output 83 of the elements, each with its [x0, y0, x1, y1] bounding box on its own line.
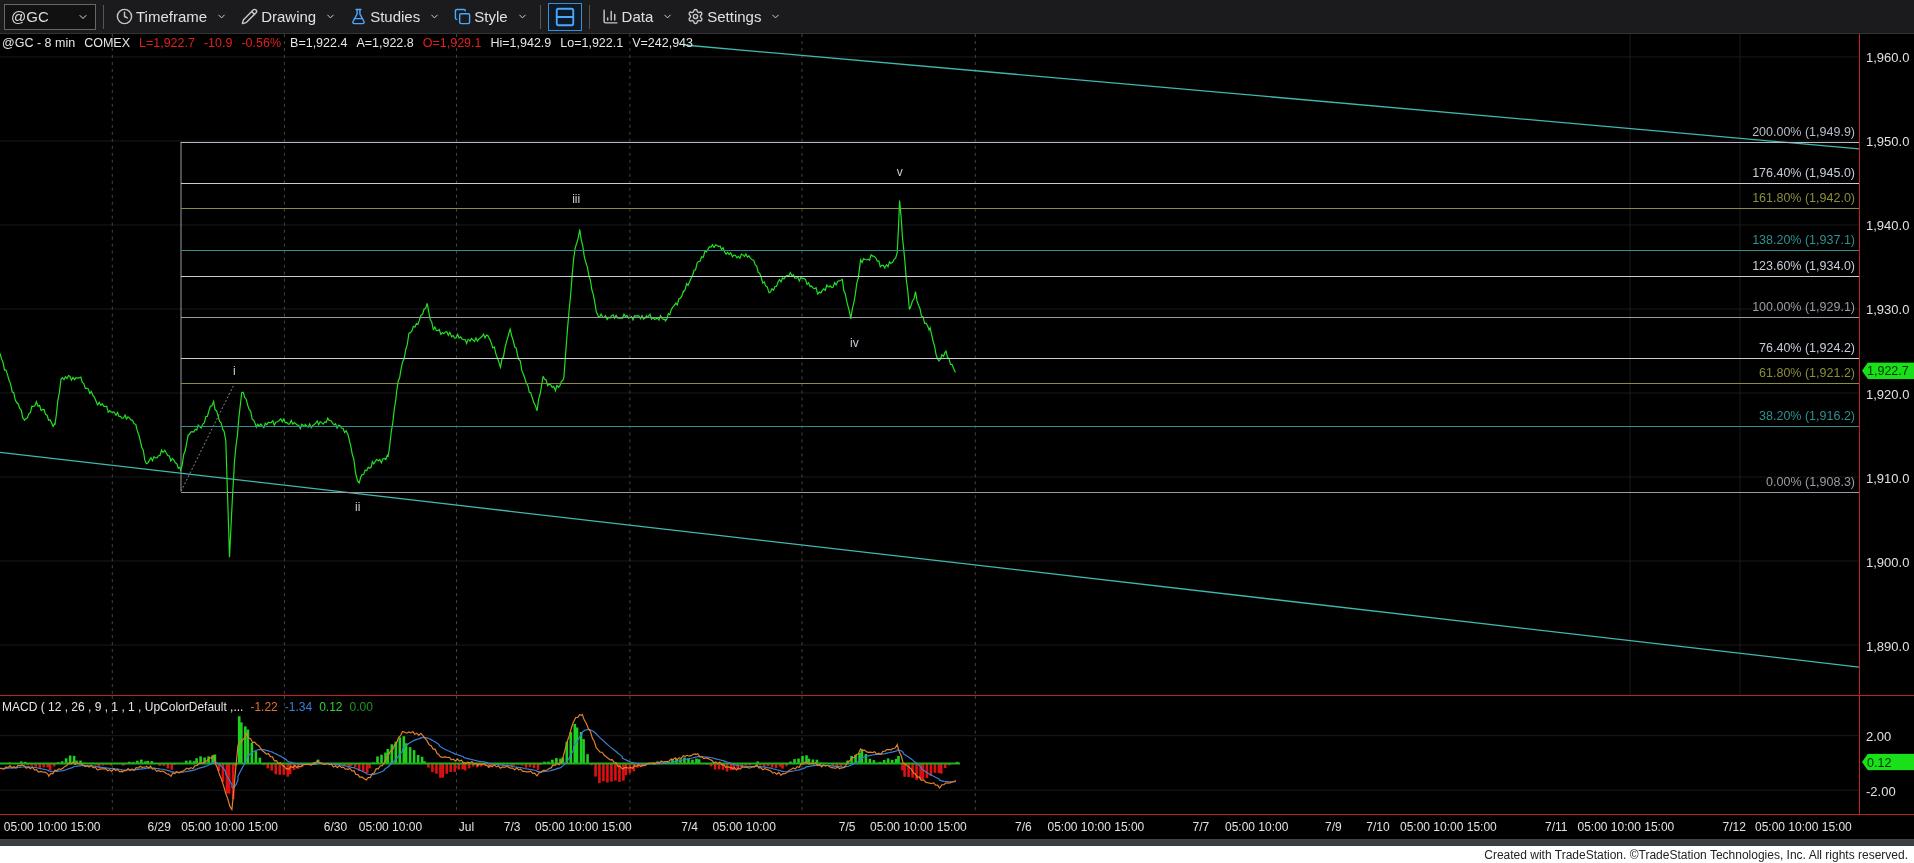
time-axis-label: 7/12	[1722, 820, 1746, 834]
wave-label: iii	[572, 191, 581, 206]
price-axis-label: 1,960.0	[1866, 49, 1910, 65]
time-axis-label: 05:00 10:00 15:00	[1400, 820, 1497, 834]
quote-field: L=1,922.7	[138, 36, 195, 50]
fibonacci-level-label: 176.40% (1,945.0)	[1752, 166, 1855, 181]
flask-icon	[350, 8, 368, 25]
quote-field: -0.56%	[241, 36, 282, 50]
fibonacci-level-label: 161.80% (1,942.0)	[1752, 191, 1855, 206]
quote-field: B=1,922.4	[290, 36, 348, 50]
quote-field: -10.9	[203, 36, 233, 50]
time-axis-label: 05:00 10:00	[358, 820, 423, 834]
time-axis-label: 05:00 10:00	[1225, 820, 1289, 834]
macd-axis-label: -2.00	[1866, 783, 1896, 799]
toolbar-menu-button[interactable]: Style	[449, 2, 533, 31]
fibonacci-level-label: 76.40% (1,924.2)	[1759, 341, 1855, 356]
quote-field: V=242,943	[632, 36, 694, 50]
time-axis-label: 05:00 10:00 15:00	[3, 820, 101, 834]
time-axis-label: 7/7	[1192, 820, 1210, 834]
time-axis-label: 05:00 10:00	[712, 820, 776, 834]
time-axis-label: 05:00 10:00 15:00	[535, 820, 632, 834]
settings-icon	[687, 8, 705, 25]
toolbar-menu-button[interactable]: Timeframe	[111, 2, 233, 31]
toolbar-menu-button[interactable]: Settings	[682, 2, 787, 31]
time-axis-label: 05:00 10:00 15:00	[870, 820, 967, 834]
macd-axis-label: 2.00	[1866, 728, 1892, 744]
last-value-tag: 0.12	[1862, 753, 1914, 771]
price-axis-label: 1,940.0	[1866, 217, 1910, 233]
wave-label: v	[896, 164, 903, 179]
quote-field: Hi=1,942.9	[490, 36, 552, 50]
price-axis-label: 1,920.0	[1866, 386, 1910, 402]
panels-icon	[553, 5, 576, 28]
time-axis-label: 05:00 10:00 15:00	[1047, 820, 1145, 834]
time-axis-label: 7/9	[1325, 820, 1342, 834]
pencil-icon	[241, 8, 259, 25]
symbol-field[interactable]: @GC	[4, 3, 96, 30]
copyright-text: Created with TradeStation. ©TradeStation Technologies, Inc. All rights reserved.	[1484, 847, 1908, 862]
time-axis-label: 6/30	[323, 820, 348, 834]
toolbar-menu-button[interactable]: Drawing	[236, 2, 342, 31]
quote-field: @GC - 8 min	[2, 36, 76, 50]
indicator-value: -1.22	[250, 700, 278, 714]
time-axis-label: 6/29	[147, 820, 171, 834]
time-axis-label: 7/4	[681, 820, 698, 834]
time-axis-label: 7/10	[1366, 820, 1390, 834]
indicator-value: 0.12	[319, 700, 343, 714]
price-axis-label: 1,890.0	[1866, 638, 1910, 654]
quote-field: O=1,929.1	[422, 36, 482, 50]
time-axis-label: 7/6	[1015, 820, 1032, 834]
time-axis-label: 7/11	[1545, 820, 1568, 834]
indicator-label: MACD ( 12 , 26 , 9 , 1 , 1 , UpColorDefault ,...	[2, 700, 244, 714]
fibonacci-level-label: 0.00% (1,908.3)	[1766, 475, 1855, 489]
time-axis-label: 05:00 10:00 15:00	[1577, 820, 1675, 834]
horizontal-scrollbar[interactable]	[0, 840, 1914, 846]
copy-icon	[454, 8, 472, 25]
indicator-value: 0.00	[349, 700, 373, 714]
toolbar-menu-button[interactable]: Studies	[345, 2, 446, 31]
last-price-tag: 1,922.7	[1862, 362, 1914, 380]
price-axis-label: 1,930.0	[1866, 301, 1910, 317]
wave-label: iv	[850, 335, 859, 350]
toolbar-menu-button[interactable]: Data	[596, 2, 679, 31]
price-axis-label: 1,900.0	[1866, 554, 1910, 570]
clock-icon	[116, 8, 133, 25]
layout-toggle-button[interactable]	[547, 2, 582, 31]
quote-field: A=1,922.8	[356, 36, 414, 50]
time-axis-label: Jul	[458, 820, 475, 834]
quote-field: Lo=1,922.1	[560, 36, 624, 50]
price-axis-label: 1,910.0	[1866, 470, 1910, 486]
wave-label: ii	[354, 500, 361, 515]
wave-label: i	[233, 363, 236, 378]
fibonacci-level-label: 200.00% (1,949.9)	[1752, 124, 1855, 139]
fibonacci-level-label: 38.20% (1,916.2)	[1759, 408, 1855, 423]
indicator-value: -1.34	[284, 700, 313, 714]
time-axis-label: 05:00 10:00 15:00	[181, 820, 278, 834]
fibonacci-level-label: 100.00% (1,929.1)	[1752, 300, 1855, 314]
time-axis-label: 7/3	[503, 820, 521, 834]
time-axis-label: 7/5	[838, 820, 856, 834]
quote-field: COMEX	[84, 36, 130, 50]
price-axis-label: 1,950.0	[1866, 133, 1910, 149]
bar-chart-icon	[601, 8, 619, 25]
fibonacci-level-label: 138.20% (1,937.1)	[1752, 232, 1855, 247]
fibonacci-level-label: 61.80% (1,921.2)	[1759, 366, 1855, 381]
time-axis-label: 05:00 10:00 15:00	[1755, 820, 1852, 834]
fibonacci-level-label: 123.60% (1,934.0)	[1752, 258, 1855, 273]
